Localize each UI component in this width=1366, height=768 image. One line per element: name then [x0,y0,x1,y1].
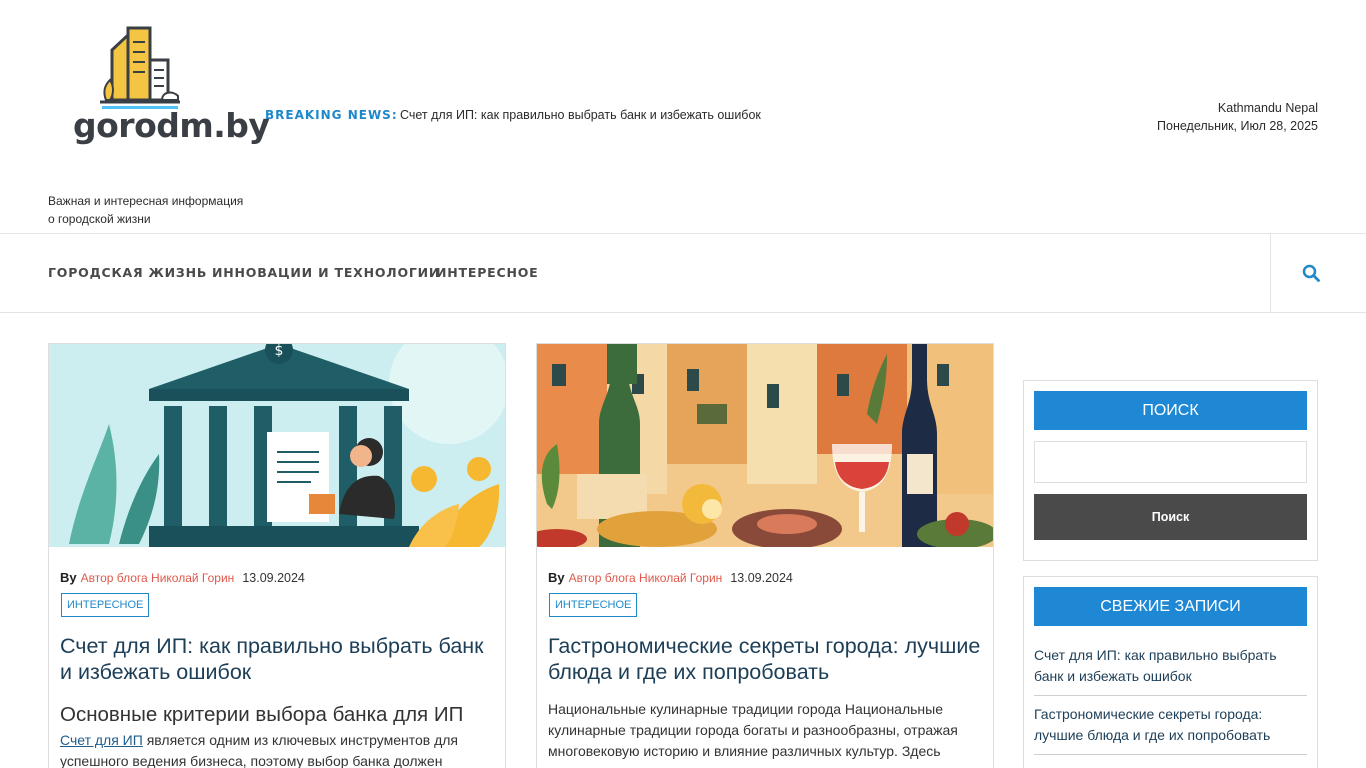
post-date[interactable]: 13.09.2024 [730,571,793,585]
current-date: Понедельник, Июл 28, 2025 [1157,119,1318,133]
breaking-news-label: BREAKING NEWS: [265,108,398,122]
location-date: Kathmandu Nepal Понедельник, Июл 28, 202… [1157,99,1318,135]
post-date[interactable]: 13.09.2024 [242,571,305,585]
site-tagline: Важная и интересная информация о городск… [48,194,244,226]
search-button[interactable]: Поиск [1034,494,1307,540]
post-title-link[interactable]: Гастрономические секреты города: лучшие … [548,633,988,685]
post-category-tag[interactable]: ИНТЕРЕСНОЕ [549,593,638,617]
location-city: Kathmandu Nepal [1217,101,1318,115]
recent-posts-title: СВЕЖИЕ ЗАПИСИ [1034,587,1307,626]
breaking-news-link[interactable]: Счет для ИП: как правильно выбрать банк … [400,108,761,122]
nav-item-innovations[interactable]: ИННОВАЦИИ И ТЕХНОЛОГИИ [212,265,440,280]
search-input[interactable] [1034,441,1307,483]
site-logo[interactable]: gorodm.by [70,20,270,155]
search-icon [1302,264,1320,282]
city-logo-icon [100,26,180,109]
main-nav: ГОРОДСКАЯ ЖИЗНЬ ИННОВАЦИИ И ТЕХНОЛОГИИ И… [0,233,1366,313]
nav-item-city-life[interactable]: ГОРОДСКАЯ ЖИЗНЬ [48,265,207,280]
post-excerpt-link[interactable]: Счет для ИП [60,732,143,748]
post-image-bank[interactable]: $ [49,344,505,547]
post-by-label: By [60,570,77,585]
search-widget: ПОИСК Поиск [1023,380,1318,561]
nav-search-button[interactable] [1270,234,1366,312]
post-by-label: By [548,570,565,585]
post-card: By Автор блога Николай Горин 13.09.2024 ИН… [536,343,994,768]
post-excerpt: Национальные кулинарные традиции города … [548,701,958,759]
recent-post-link[interactable]: Гастрономические секреты города: лучшие … [1034,704,1307,755]
post-card: $ By Автор блога Николай Горин 13.09.2024 … [48,343,506,768]
post-category-tag[interactable]: ИНТЕРЕСНОЕ [61,593,150,617]
post-author-link[interactable]: Автор блога Николай Горин [81,571,235,585]
search-widget-title: ПОИСК [1034,391,1307,430]
site-logo-text: gorodm.by [73,106,270,145]
post-author-link[interactable]: Автор блога Николай Горин [569,571,723,585]
post-meta: By Автор блога Николай Горин 13.09.2024 [60,570,305,585]
nav-item-interesting[interactable]: ИНТЕРЕСНОЕ [436,265,539,280]
post-subheading: Основные критерии выбора банка для ИП [60,703,464,726]
recent-posts-widget: СВЕЖИЕ ЗАПИСИ Счет для ИП: как правильно… [1023,576,1318,768]
post-meta: By Автор блога Николай Горин 13.09.2024 [548,570,793,585]
svg-text:$: $ [275,344,284,359]
post-image-food[interactable] [537,344,993,547]
post-excerpt: Счет для ИП является одним из ключевых и… [60,730,500,768]
post-title-link[interactable]: Счет для ИП: как правильно выбрать банк … [60,633,500,685]
recent-post-link[interactable]: Счет для ИП: как правильно выбрать банк … [1034,645,1307,696]
